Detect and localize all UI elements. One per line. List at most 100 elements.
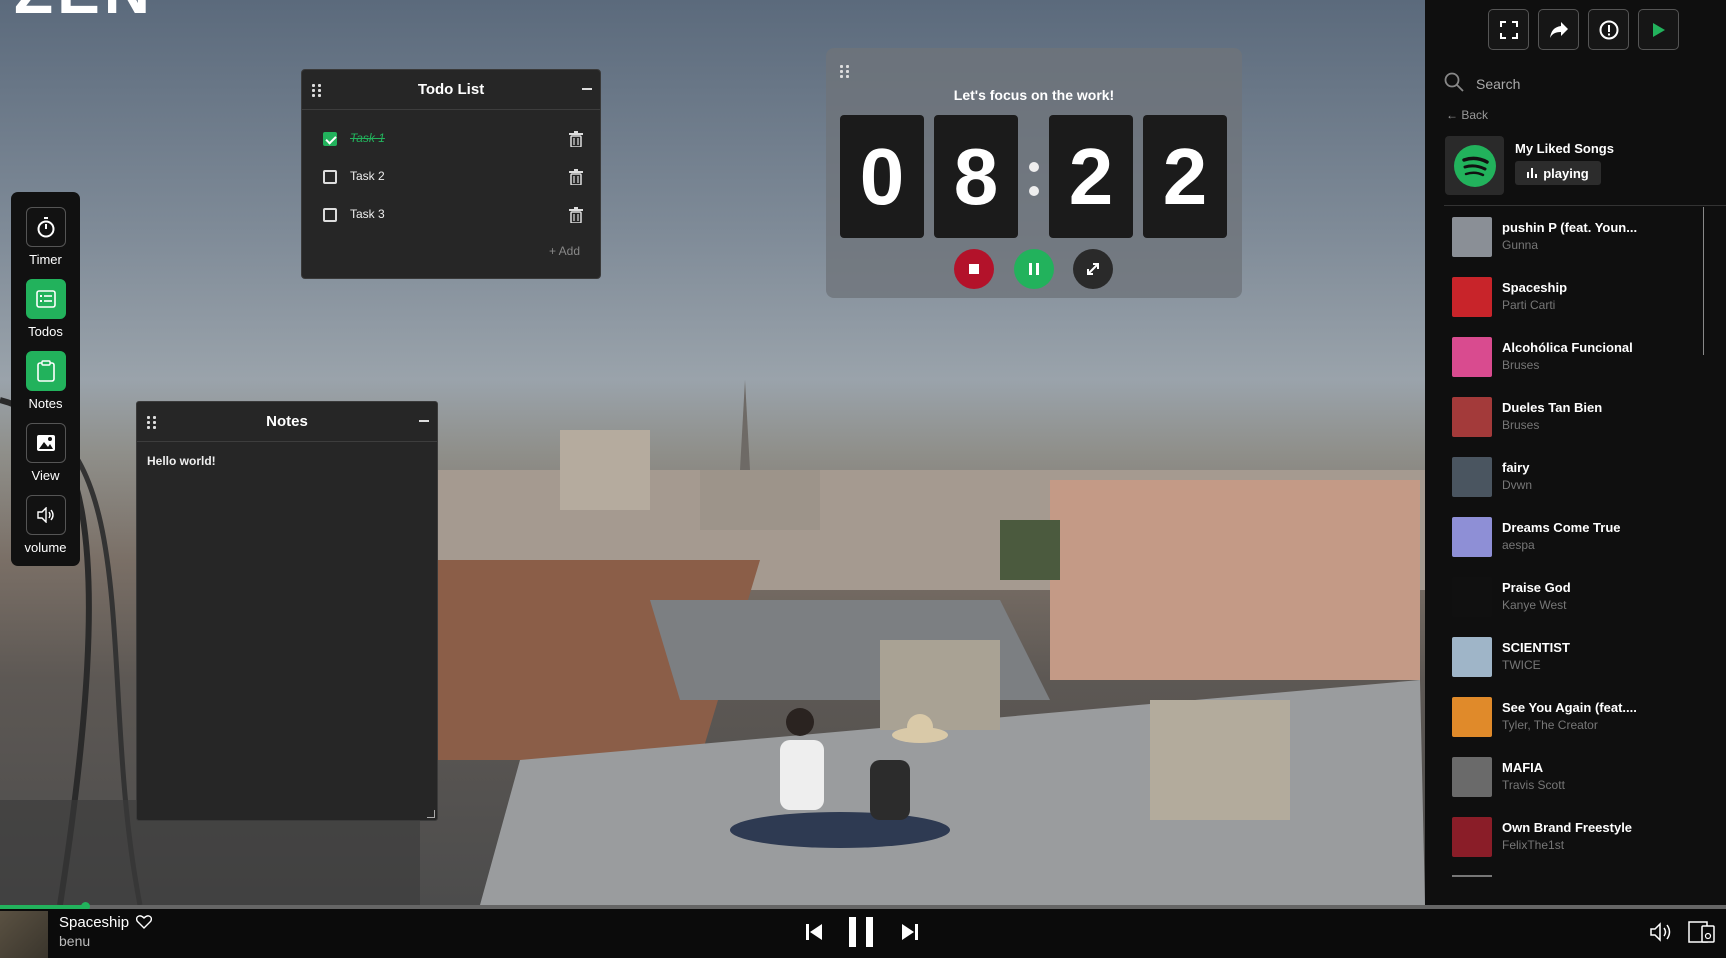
song-artist: Dvwn	[1502, 478, 1533, 492]
todo-checkbox[interactable]	[323, 132, 337, 146]
playlist-name: My Liked Songs	[1515, 141, 1614, 156]
song-title: pushin P (feat. Youn...	[1502, 220, 1638, 235]
heart-icon[interactable]	[136, 915, 152, 929]
todo-checkbox[interactable]	[323, 208, 337, 222]
timer-title: Let's focus on the work!	[953, 87, 1115, 103]
search-input[interactable]	[1476, 72, 1696, 96]
song-title: SCIENTIST	[1502, 640, 1570, 655]
next-icon[interactable]	[902, 923, 918, 941]
song-artist: Bruses	[1502, 358, 1540, 372]
todo-item: Task 3	[323, 204, 591, 226]
song-list-scrollbar[interactable]	[1703, 207, 1704, 355]
speaker-icon[interactable]	[25, 495, 66, 535]
song-item[interactable]: See You Again (feat.... Tyler, The Creat…	[1452, 694, 1712, 740]
dock-item-volume[interactable]: volume	[11, 495, 80, 555]
trash-icon[interactable]	[569, 131, 583, 147]
todo-header: Todo List	[302, 70, 600, 110]
song-title: Own Brand Freestyle	[1502, 820, 1633, 835]
list-more-indicator	[1452, 875, 1492, 877]
stopwatch-icon[interactable]	[25, 207, 66, 247]
dock-item-timer[interactable]: Timer	[11, 207, 80, 267]
search-icon	[1444, 72, 1464, 92]
album-cover	[1452, 397, 1492, 437]
song-item[interactable]: Alcohólica Funcional Bruses	[1452, 334, 1712, 380]
tool-dock: Timer Todos Notes View volume	[11, 192, 80, 566]
drag-handle-icon[interactable]	[840, 65, 852, 79]
volume-icon[interactable]	[1650, 922, 1672, 942]
album-cover	[1452, 337, 1492, 377]
pause-icon	[1029, 263, 1039, 275]
spotify-logo	[1445, 136, 1504, 195]
pause-icon[interactable]	[849, 917, 873, 947]
checklist-icon[interactable]	[25, 279, 66, 319]
minimize-icon[interactable]	[582, 88, 592, 90]
album-cover	[1452, 217, 1492, 257]
music-sidebar: ← Back My Liked Songs playing pushin P (…	[1425, 0, 1726, 905]
notes-title: Notes	[266, 413, 308, 430]
share-button[interactable]	[1538, 9, 1579, 50]
timer-colon	[1026, 148, 1042, 208]
timer-digit: 2	[1049, 115, 1133, 238]
search-box	[1444, 72, 1704, 96]
back-label: Back	[1461, 108, 1489, 122]
todo-text[interactable]: Task 1	[350, 131, 385, 145]
todo-checkbox[interactable]	[323, 170, 337, 184]
expand-button[interactable]	[1073, 249, 1113, 289]
stop-icon	[969, 264, 979, 274]
todo-text[interactable]: Task 3	[350, 207, 385, 221]
song-title: Dreams Come True	[1502, 520, 1621, 535]
clipboard-icon[interactable]	[25, 351, 66, 391]
song-item[interactable]: pushin P (feat. Youn... Gunna	[1452, 214, 1712, 260]
image-icon[interactable]	[25, 423, 66, 463]
previous-icon[interactable]	[806, 923, 822, 941]
now-playing-cover	[0, 911, 48, 958]
song-artist: Tyler, The Creator	[1502, 718, 1598, 732]
play-button[interactable]	[1638, 9, 1679, 50]
pause-button[interactable]	[1014, 249, 1054, 289]
share-icon	[1549, 21, 1568, 38]
song-item[interactable]: SCIENTIST TWICE	[1452, 634, 1712, 680]
dock-item-view[interactable]: View	[11, 423, 80, 483]
minimize-icon[interactable]	[419, 420, 429, 422]
song-item[interactable]: Spaceship Parti Carti	[1452, 274, 1712, 320]
todo-title: Todo List	[417, 81, 485, 98]
song-title: Praise God	[1502, 580, 1571, 595]
dock-label-todos: Todos	[28, 324, 63, 339]
notes-panel: Notes Hello world!	[136, 401, 438, 821]
todo-item: Task 1	[323, 128, 591, 150]
trash-icon[interactable]	[569, 207, 583, 223]
song-item[interactable]: Dueles Tan Bien Bruses	[1452, 394, 1712, 440]
album-cover	[1452, 697, 1492, 737]
album-cover	[1452, 637, 1492, 677]
dock-item-todos[interactable]: Todos	[11, 279, 80, 339]
player-bar: Spaceship benu	[0, 909, 1726, 958]
album-cover	[1452, 577, 1492, 617]
song-item[interactable]: Dreams Come True aespa	[1452, 514, 1712, 560]
equalizer-icon	[1527, 168, 1538, 178]
song-artist: Parti Carti	[1502, 298, 1556, 312]
song-artist: Kanye West	[1502, 598, 1567, 612]
report-button[interactable]	[1588, 9, 1629, 50]
back-link[interactable]: ← Back	[1446, 108, 1488, 122]
album-cover	[1452, 517, 1492, 557]
timer-digit: 0	[840, 115, 924, 238]
fullscreen-button[interactable]	[1488, 9, 1529, 50]
song-item[interactable]: Own Brand Freestyle FelixThe1st	[1452, 814, 1712, 860]
song-item[interactable]: Praise God Kanye West	[1452, 574, 1712, 620]
dock-label-view: View	[31, 468, 60, 483]
song-title: fairy	[1502, 460, 1530, 475]
timer-digit: 8	[934, 115, 1018, 238]
song-item[interactable]: fairy Dvwn	[1452, 454, 1712, 500]
notes-textarea[interactable]: Hello world!	[147, 454, 427, 810]
todo-text[interactable]: Task 2	[350, 169, 385, 183]
devices-icon[interactable]	[1688, 921, 1716, 943]
notes-header: Notes	[137, 402, 437, 442]
album-cover	[1452, 277, 1492, 317]
trash-icon[interactable]	[569, 169, 583, 185]
resize-handle-icon[interactable]	[427, 810, 435, 818]
song-item[interactable]: MAFIA Travis Scott	[1452, 754, 1712, 800]
song-title: Spaceship	[1502, 280, 1568, 295]
stop-button[interactable]	[954, 249, 994, 289]
add-todo-button[interactable]: + Add	[549, 244, 580, 258]
dock-item-notes[interactable]: Notes	[11, 351, 80, 411]
